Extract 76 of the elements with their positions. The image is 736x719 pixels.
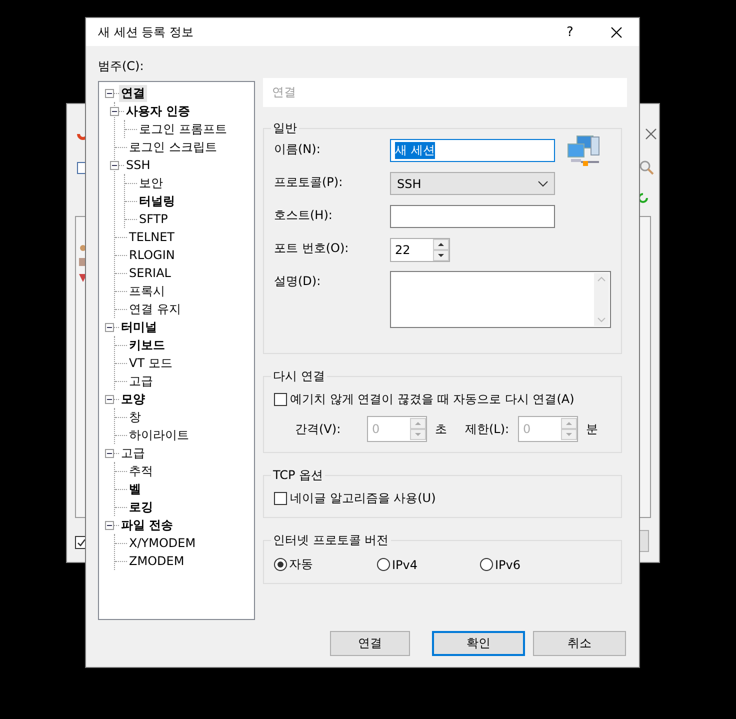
input-field[interactable]: 새 세션 [390, 139, 555, 162]
unit-label: 초 [435, 420, 447, 438]
tree-item[interactable]: 로그인 프롬프트 [137, 120, 229, 138]
tree-item[interactable]: 터미널 [119, 318, 159, 336]
dropdown[interactable]: SSH [390, 172, 555, 195]
tree-item[interactable]: 연결 유지 [127, 300, 183, 318]
tree-item[interactable]: 창 [127, 408, 143, 426]
radio-button[interactable] [274, 558, 287, 571]
tree-item[interactable]: 로깅 [127, 498, 155, 516]
spinner-icon[interactable] [433, 239, 449, 261]
tree-item[interactable]: TELNET [127, 230, 176, 244]
field-label: 포트 번호(O): [274, 240, 350, 257]
tree-item[interactable]: SFTP [137, 212, 170, 226]
computers-icon [567, 135, 601, 169]
tree-item[interactable]: 로그인 스크립트 [127, 138, 219, 156]
tree-item[interactable]: 하이라이트 [127, 426, 191, 444]
chevron-down-icon [538, 180, 548, 186]
text-area[interactable] [390, 271, 611, 328]
panel-title: 연결 [263, 78, 627, 107]
group-title: 다시 연결 [272, 368, 326, 385]
tree-item[interactable]: 파일 전송 [119, 516, 176, 534]
checkbox[interactable] [274, 393, 287, 406]
checkbox[interactable] [274, 492, 287, 505]
radio-label[interactable]: IPv4 [392, 558, 418, 572]
tree-item[interactable]: ZMODEM [127, 554, 186, 568]
collapse-icon[interactable] [105, 448, 114, 458]
dialog-button[interactable]: 취소 [533, 631, 626, 656]
tree-item[interactable]: SERIAL [127, 266, 173, 280]
tree-item[interactable]: X/YMODEM [127, 536, 198, 550]
collapse-icon[interactable] [105, 322, 114, 332]
input-field[interactable] [390, 205, 555, 228]
field-label: 설명(D): [274, 273, 322, 290]
field-label: 프로토콜(P): [274, 174, 344, 191]
unit-label: 분 [586, 420, 598, 438]
collapse-icon[interactable] [110, 160, 119, 170]
tree-item[interactable]: 모양 [119, 390, 147, 408]
search-icon[interactable] [639, 160, 655, 176]
collapse-icon[interactable] [105, 394, 114, 404]
tree-item[interactable]: SSH [124, 158, 152, 172]
field-label: 호스트(H): [274, 207, 334, 224]
field-label: 이름(N): [274, 141, 322, 158]
category-label: 범주(C): [98, 58, 145, 75]
tree-item[interactable]: RLOGIN [127, 248, 177, 262]
group-title: TCP 옵션 [272, 467, 324, 484]
collapse-icon[interactable] [105, 520, 114, 530]
dialog-button[interactable]: 확인 [432, 631, 525, 656]
tree-item[interactable]: 연결 [119, 84, 147, 102]
radio-label[interactable]: 자동 [289, 556, 313, 573]
refresh-icon[interactable] [637, 192, 649, 204]
tree-item[interactable]: 키보드 [127, 336, 167, 354]
collapse-icon[interactable] [105, 88, 114, 98]
tree-item[interactable]: 고급 [119, 444, 147, 462]
close-icon[interactable] [610, 26, 622, 38]
radio-label[interactable]: IPv6 [495, 558, 521, 572]
tree-item[interactable]: 고급 [127, 372, 155, 390]
checkbox-label[interactable]: 네이글 알고리즘을 사용(U) [290, 490, 436, 507]
field-label: 제한(L): [465, 420, 510, 438]
group-title: 일반 [272, 120, 298, 137]
field-label: 간격(V): [295, 420, 342, 438]
tree-item[interactable]: VT 모드 [127, 354, 174, 372]
dialog-button[interactable]: 연결 [330, 631, 410, 656]
tree-item[interactable]: 터널링 [137, 192, 177, 210]
help-button[interactable]: ? [547, 24, 593, 40]
tree-item[interactable]: 프록시 [127, 282, 167, 300]
checkbox-label[interactable]: 예기치 않게 연결이 끊겼을 때 자동으로 다시 연결(A) [290, 391, 574, 408]
scrollbar[interactable] [594, 273, 609, 326]
tree-item[interactable]: 벨 [127, 480, 143, 498]
radio-button[interactable] [480, 558, 493, 571]
group-title: 인터넷 프로토콜 버전 [272, 532, 390, 549]
window-title: 새 세션 등록 정보 [98, 24, 194, 40]
radio-button[interactable] [377, 558, 390, 571]
collapse-icon[interactable] [110, 106, 119, 116]
tree-item[interactable]: 추적 [127, 462, 155, 480]
tree-item[interactable]: 사용자 인증 [124, 102, 192, 120]
spin-field[interactable]: 22 [395, 243, 410, 257]
tree-item[interactable]: 보안 [137, 174, 165, 192]
